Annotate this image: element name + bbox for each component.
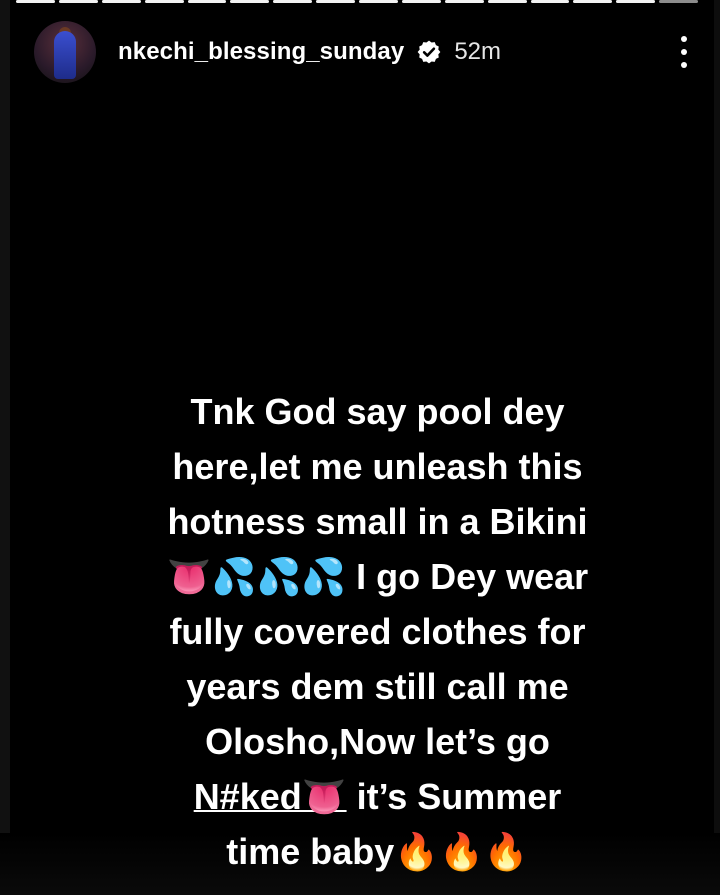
left-edge xyxy=(0,0,10,895)
progress-segment xyxy=(444,0,484,3)
post-time: 52m xyxy=(454,38,501,65)
more-dot xyxy=(681,62,687,68)
caption-line: hotness small in a Bikini xyxy=(167,501,588,542)
progress-segment xyxy=(616,0,656,3)
caption-line: 👅💦💦💦 I go Dey wear xyxy=(166,556,589,597)
progress-segment xyxy=(316,0,355,3)
progress-segment xyxy=(273,0,313,3)
caption-line: N#ked👅 it’s Summer xyxy=(193,776,562,817)
story-header: nkechi_blessing_sunday 52m xyxy=(34,20,700,84)
progress-segment xyxy=(573,0,613,3)
caption-line: here,let me unleash this xyxy=(172,446,583,487)
progress-segment xyxy=(58,0,98,3)
progress-segment xyxy=(359,0,398,3)
progress-segment xyxy=(230,0,270,3)
progress-segment xyxy=(101,0,141,3)
caption-line: fully covered clothes for xyxy=(169,611,586,652)
avatar-figure xyxy=(54,31,76,79)
caption-line: Olosho,Now let’s go xyxy=(205,721,550,762)
caption-line: Tnk God say pool dey xyxy=(190,391,565,432)
progress-segment xyxy=(659,0,698,3)
progress-segment xyxy=(187,0,227,3)
verified-badge-icon xyxy=(417,40,441,64)
progress-segment xyxy=(487,0,527,3)
avatar[interactable] xyxy=(34,21,96,83)
more-dot xyxy=(681,36,687,42)
progress-segment xyxy=(401,0,441,3)
right-edge xyxy=(714,0,720,895)
caption-line: time baby🔥🔥🔥 xyxy=(226,831,529,872)
underlined-word: N#ked👅 xyxy=(193,776,347,817)
story-viewer[interactable]: nkechi_blessing_sunday 52m Tnk God say p… xyxy=(0,0,720,895)
progress-segment xyxy=(144,0,184,3)
story-caption: Tnk God say pool dey here,let me unleash… xyxy=(100,384,655,879)
more-options-icon[interactable] xyxy=(674,32,694,72)
username[interactable]: nkechi_blessing_sunday xyxy=(118,38,404,66)
more-dot xyxy=(681,49,687,55)
caption-line: years dem still call me xyxy=(186,666,569,707)
progress-segment xyxy=(530,0,570,3)
progress-segment xyxy=(16,0,55,3)
story-progress-bar xyxy=(16,0,698,6)
